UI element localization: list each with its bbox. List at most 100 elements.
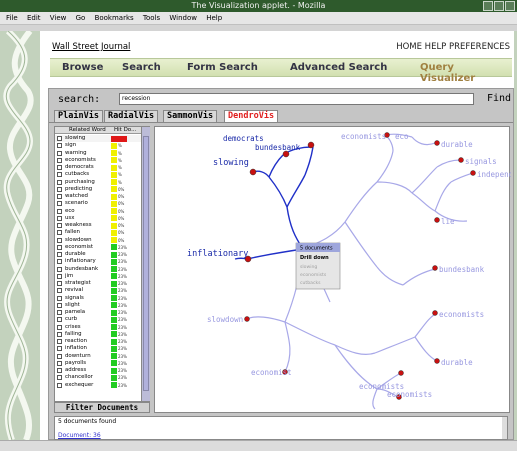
list-item[interactable]: curb 23% <box>55 316 141 323</box>
node-durable-bottom[interactable] <box>434 358 440 364</box>
results-scrollbar[interactable] <box>502 417 507 439</box>
nav-form-search[interactable]: Form Search <box>187 62 258 73</box>
list-item[interactable]: democrats% <box>55 164 141 171</box>
word-checkbox[interactable] <box>57 252 62 257</box>
list-item[interactable]: falling 23% <box>55 331 141 338</box>
tab-sammonvis[interactable]: SammonVis <box>163 110 218 122</box>
word-checkbox[interactable] <box>57 353 62 359</box>
nav-query-visualizer[interactable]: Query Visualizer <box>420 62 512 84</box>
site-title-link[interactable]: Wall Street Journal <box>52 42 130 52</box>
word-checkbox[interactable] <box>57 223 62 228</box>
menu-tools[interactable]: Tools <box>143 14 160 22</box>
word-checkbox[interactable] <box>57 368 62 373</box>
list-item[interactable]: durable 23% <box>55 251 141 258</box>
word-checkbox[interactable] <box>57 317 62 323</box>
menu-view[interactable]: View <box>50 14 67 22</box>
popup-item-slowing[interactable]: slowing <box>300 264 317 270</box>
list-item[interactable]: inflation 23% <box>55 345 141 352</box>
word-checkbox[interactable] <box>57 346 62 352</box>
scroll-thumb[interactable] <box>143 136 149 391</box>
minimize-button[interactable] <box>483 1 493 11</box>
list-scrollbar[interactable] <box>141 127 150 401</box>
menu-help[interactable]: Help <box>206 14 222 22</box>
list-item[interactable]: predicting 0% <box>55 186 141 193</box>
list-item[interactable]: slowdown 0% <box>55 237 141 244</box>
list-item[interactable]: chancellor 23% <box>55 374 141 381</box>
popup-item-economists[interactable]: economists <box>300 272 327 278</box>
dendrogram-canvas[interactable]: democrats bundesbank slowing inflationar… <box>155 127 511 414</box>
word-checkbox[interactable] <box>57 324 62 330</box>
filter-documents-button[interactable]: Filter Documents <box>54 402 150 413</box>
popup-item-cutbacks[interactable]: cutbacks <box>300 280 321 286</box>
word-checkbox[interactable] <box>57 237 62 243</box>
word-checkbox[interactable] <box>57 302 62 308</box>
list-item[interactable]: fallen 0% <box>55 229 141 236</box>
word-checkbox[interactable] <box>57 165 62 170</box>
node-durable-top[interactable] <box>434 140 440 146</box>
menu-window[interactable]: Window <box>169 14 197 22</box>
tab-plainvis[interactable]: PlainVis <box>54 110 103 122</box>
node-slowdown[interactable] <box>244 316 250 322</box>
word-checkbox[interactable] <box>57 266 62 272</box>
tab-dendrovis[interactable]: DendroVis <box>224 110 279 122</box>
menu-go[interactable]: Go <box>76 14 86 22</box>
find-button[interactable]: Find <box>487 93 511 104</box>
nav-search[interactable]: Search <box>122 62 161 73</box>
list-item[interactable]: eco 0% <box>55 208 141 215</box>
document-link[interactable]: Document: 36 <box>58 432 101 439</box>
node-bundesbank[interactable] <box>432 265 438 271</box>
list-item[interactable]: reaction 23% <box>55 338 141 345</box>
top-links[interactable]: HOME HELP PREFERENCES <box>396 42 510 52</box>
list-item[interactable]: cutbacks% <box>55 171 141 178</box>
word-checkbox[interactable] <box>57 273 62 279</box>
menu-bookmarks[interactable]: Bookmarks <box>95 14 134 22</box>
word-checkbox[interactable] <box>57 360 62 366</box>
menu-edit[interactable]: Edit <box>27 14 41 22</box>
list-item[interactable]: economists% <box>55 157 141 164</box>
word-checkbox[interactable] <box>57 375 62 381</box>
word-checkbox[interactable] <box>57 295 62 301</box>
word-checkbox[interactable] <box>57 157 62 163</box>
word-checkbox[interactable] <box>57 339 62 344</box>
list-item[interactable]: inflationary 23% <box>55 258 141 265</box>
context-popup[interactable]: 5 documents Drill down slowing economist… <box>295 242 341 290</box>
list-item[interactable]: pamela 23% <box>55 309 141 316</box>
list-item[interactable]: revival 23% <box>55 287 141 294</box>
word-checkbox[interactable] <box>57 310 62 315</box>
word-checkbox[interactable] <box>57 150 62 156</box>
list-item[interactable]: slight 23% <box>55 302 141 309</box>
word-checkbox[interactable] <box>57 230 62 236</box>
tab-radialvis[interactable]: RadialVis <box>104 110 159 122</box>
word-checkbox[interactable] <box>57 179 62 185</box>
word-checkbox[interactable] <box>57 382 62 388</box>
word-checkbox[interactable] <box>57 201 62 207</box>
close-button[interactable] <box>505 1 515 11</box>
list-item[interactable]: bundesbank 23% <box>55 266 141 273</box>
node-slowing[interactable] <box>249 168 257 176</box>
dendrogram-view[interactable]: democrats bundesbank slowing inflationar… <box>154 126 511 414</box>
list-item[interactable]: economist 23% <box>55 244 141 251</box>
list-item[interactable]: watched 0% <box>55 193 141 200</box>
popup-drill-down[interactable]: Drill down <box>300 255 329 261</box>
word-checkbox[interactable] <box>57 259 62 265</box>
word-checkbox[interactable] <box>57 331 62 337</box>
list-item[interactable]: downturn 23% <box>55 353 141 360</box>
word-checkbox[interactable] <box>57 208 62 214</box>
list-item[interactable]: purchasing% <box>55 179 141 186</box>
word-checkbox[interactable] <box>57 288 62 294</box>
node-bundesbank-selected[interactable] <box>307 141 315 149</box>
node-economist-bottom[interactable] <box>398 370 404 376</box>
word-checkbox[interactable] <box>57 143 62 149</box>
node-signals[interactable] <box>458 157 464 163</box>
list-item[interactable]: sign% <box>55 142 141 149</box>
list-item[interactable]: scenario 0% <box>55 200 141 207</box>
list-item[interactable]: strategist 23% <box>55 280 141 287</box>
list-item[interactable]: weakness 0% <box>55 222 141 229</box>
list-item[interactable]: crises 23% <box>55 324 141 331</box>
list-item[interactable]: payrolls 23% <box>55 360 141 367</box>
word-checkbox[interactable] <box>57 281 62 286</box>
nav-advanced-search[interactable]: Advanced Search <box>290 62 387 73</box>
word-checkbox[interactable] <box>57 215 62 221</box>
search-input[interactable]: recession <box>119 93 474 105</box>
word-checkbox[interactable] <box>57 194 62 199</box>
